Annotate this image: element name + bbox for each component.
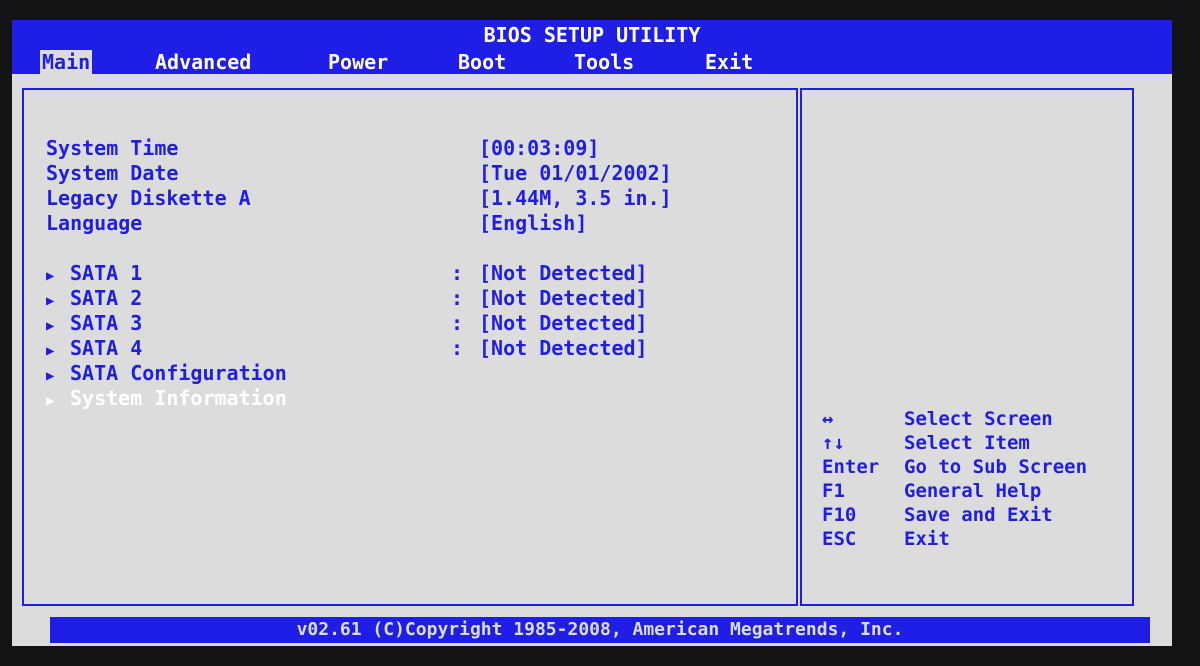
submenu-sata-4[interactable]: ▶ SATA 4 : [Not Detected] [46, 336, 648, 360]
main-settings-panel: System Time [00:03:09] System Date [Tue … [22, 88, 798, 606]
setting-system-time[interactable]: System Time [00:03:09] [46, 136, 599, 160]
separator: : [451, 261, 464, 285]
setting-label: Legacy Diskette A [46, 186, 251, 210]
submenu-sata-3[interactable]: ▶ SATA 3 : [Not Detected] [46, 311, 648, 335]
right-triangle-icon: ▶ [46, 293, 55, 309]
submenu-sata-configuration[interactable]: ▶ SATA Configuration [46, 361, 287, 385]
setting-label: System Time [46, 136, 179, 160]
submenu-label: SATA 1 [70, 261, 143, 285]
setting-language[interactable]: Language [English] [46, 211, 587, 235]
tab-boot[interactable]: Boot [456, 50, 508, 74]
help-select-screen: ↔ Select Screen [822, 407, 1053, 431]
tab-exit[interactable]: Exit [703, 50, 755, 74]
right-triangle-icon: ▶ [46, 343, 55, 359]
right-triangle-icon: ▶ [46, 268, 55, 284]
submenu-value: [Not Detected] [479, 336, 648, 360]
help-action: Select Screen [904, 408, 1053, 430]
help-action: Go to Sub Screen [904, 456, 1088, 478]
separator: : [451, 311, 464, 335]
submenu-value: [Not Detected] [479, 311, 648, 335]
up-down-arrow-icon: ↑↓ [822, 432, 845, 454]
help-panel: ↔ Select Screen ↑↓ Select Item Enter Go to … [800, 88, 1134, 606]
help-f1: F1 General Help [822, 479, 1041, 503]
tab-advanced[interactable]: Advanced [153, 50, 253, 74]
bios-screen: BIOS SETUP UTILITY Main Advanced Power B… [12, 20, 1172, 646]
help-f10: F10 Save and Exit [822, 503, 1053, 527]
tab-tools[interactable]: Tools [572, 50, 636, 74]
setting-label: System Date [46, 161, 179, 185]
help-action: Exit [904, 528, 950, 550]
submenu-label: System Information [70, 386, 287, 410]
help-enter: Enter Go to Sub Screen [822, 455, 1087, 479]
submenu-sata-1[interactable]: ▶ SATA 1 : [Not Detected] [46, 261, 648, 285]
submenu-label: SATA Configuration [70, 361, 287, 385]
submenu-label: SATA 2 [70, 286, 143, 310]
bios-title: BIOS SETUP UTILITY [12, 20, 1172, 47]
setting-label: Language [46, 211, 143, 235]
tab-main[interactable]: Main [40, 50, 93, 74]
tab-power[interactable]: Power [326, 50, 390, 74]
setting-value: [Tue 01/01/2002] [479, 161, 672, 185]
setting-value: [00:03:09] [479, 136, 600, 160]
help-key: Enter [822, 456, 880, 478]
help-key: ESC [822, 528, 857, 550]
left-right-arrow-icon: ↔ [822, 408, 834, 430]
right-triangle-icon: ▶ [46, 318, 55, 334]
separator: : [451, 286, 464, 310]
submenu-value: [Not Detected] [479, 261, 648, 285]
menu-bar: Main Advanced Power Boot Tools Exit [12, 46, 1172, 74]
submenu-value: [Not Detected] [479, 286, 648, 310]
help-key: F1 [822, 480, 845, 502]
submenu-system-information[interactable]: ▶ System Information [46, 386, 287, 410]
right-triangle-icon: ▶ [46, 368, 55, 384]
submenu-label: SATA 3 [70, 311, 143, 335]
help-key: F10 [822, 504, 857, 526]
submenu-sata-2[interactable]: ▶ SATA 2 : [Not Detected] [46, 286, 648, 310]
setting-system-date[interactable]: System Date [Tue 01/01/2002] [46, 161, 672, 185]
help-action: Save and Exit [904, 504, 1053, 526]
copyright-footer: v02.61 (C)Copyright 1985-2008, American … [50, 617, 1150, 643]
setting-legacy-diskette[interactable]: Legacy Diskette A [1.44M, 3.5 in.] [46, 186, 672, 210]
help-esc: ESC Exit [822, 527, 950, 551]
separator: : [451, 336, 464, 360]
help-action: Select Item [904, 432, 1030, 454]
setting-value: [English] [479, 211, 588, 235]
help-action: General Help [904, 480, 1042, 502]
help-select-item: ↑↓ Select Item [822, 431, 1030, 455]
right-triangle-icon: ▶ [46, 393, 55, 409]
setting-value: [1.44M, 3.5 in.] [479, 186, 672, 210]
submenu-label: SATA 4 [70, 336, 143, 360]
